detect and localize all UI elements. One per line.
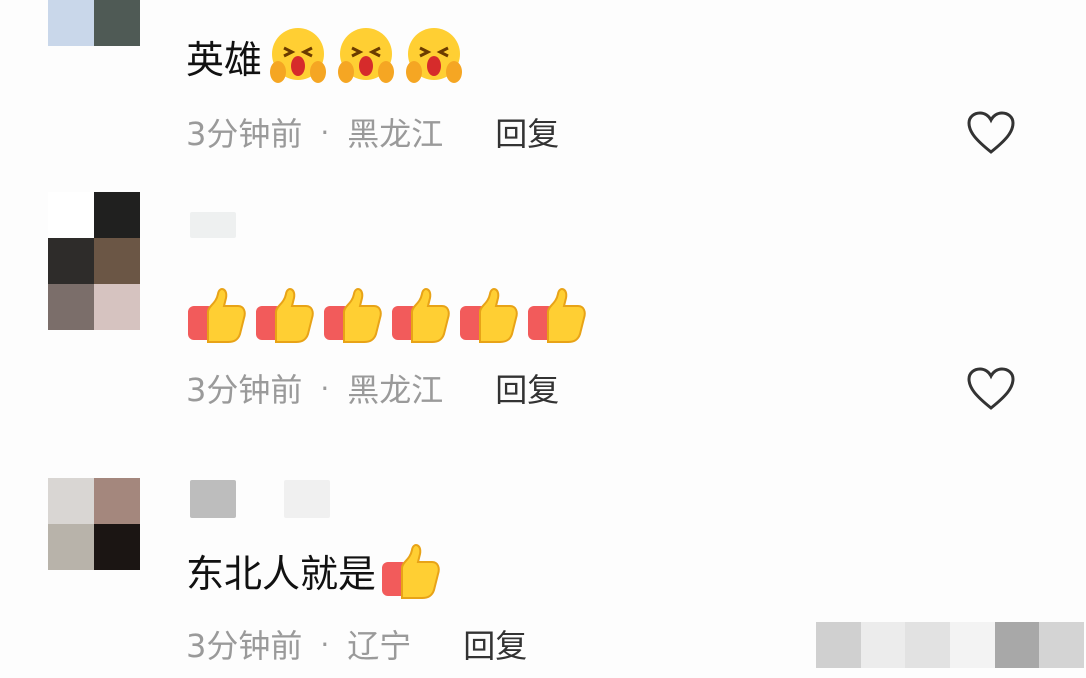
comment-meta: 3分钟前 · 黑龙江 回复 — [186, 110, 559, 154]
comment-meta: 3分钟前 · 辽宁 回复 — [186, 622, 527, 666]
meta-separator: · — [320, 371, 330, 405]
meta-separator: · — [320, 627, 330, 661]
thumbs-up-icon — [324, 288, 382, 343]
reply-button[interactable]: 回复 — [495, 109, 559, 155]
reply-button[interactable]: 回复 — [495, 365, 559, 411]
comment-time: 3分钟前 — [186, 115, 303, 153]
thumbs-up-icon — [256, 288, 314, 343]
comment-text: 英雄 — [186, 24, 466, 88]
avatar[interactable] — [48, 478, 140, 570]
heart-outline-icon[interactable] — [966, 110, 1016, 156]
thumbs-up-icon — [188, 288, 246, 343]
comment-meta: 3分钟前 · 黑龙江 回复 — [186, 366, 559, 410]
comment-text-content: 东北人就是 — [186, 551, 377, 596]
grimace-face-icon — [338, 28, 395, 83]
thumbs-up-icon — [382, 544, 440, 599]
comment-text — [182, 282, 590, 346]
thumbs-up-icon — [528, 288, 586, 343]
avatar[interactable] — [48, 192, 140, 332]
meta-separator: · — [320, 115, 330, 149]
comment-text-content: 英雄 — [186, 37, 263, 82]
comment-location: 黑龙江 — [347, 371, 444, 409]
username-blur — [190, 212, 236, 238]
heart-outline-icon[interactable] — [966, 366, 1016, 412]
username-blur — [190, 480, 236, 518]
username-blur — [284, 480, 330, 518]
comment-time: 3分钟前 — [186, 627, 303, 665]
grimace-face-icon — [270, 28, 327, 83]
comment-time: 3分钟前 — [186, 371, 303, 409]
watermark-blur — [816, 622, 1085, 668]
avatar[interactable] — [48, 0, 140, 46]
comment-text: 东北人就是 — [186, 538, 444, 602]
comment-location: 黑龙江 — [347, 115, 444, 153]
thumbs-up-icon — [392, 288, 450, 343]
comment-location: 辽宁 — [347, 627, 412, 665]
thumbs-up-icon — [460, 288, 518, 343]
reply-button[interactable]: 回复 — [463, 621, 527, 667]
grimace-face-icon — [406, 28, 463, 83]
